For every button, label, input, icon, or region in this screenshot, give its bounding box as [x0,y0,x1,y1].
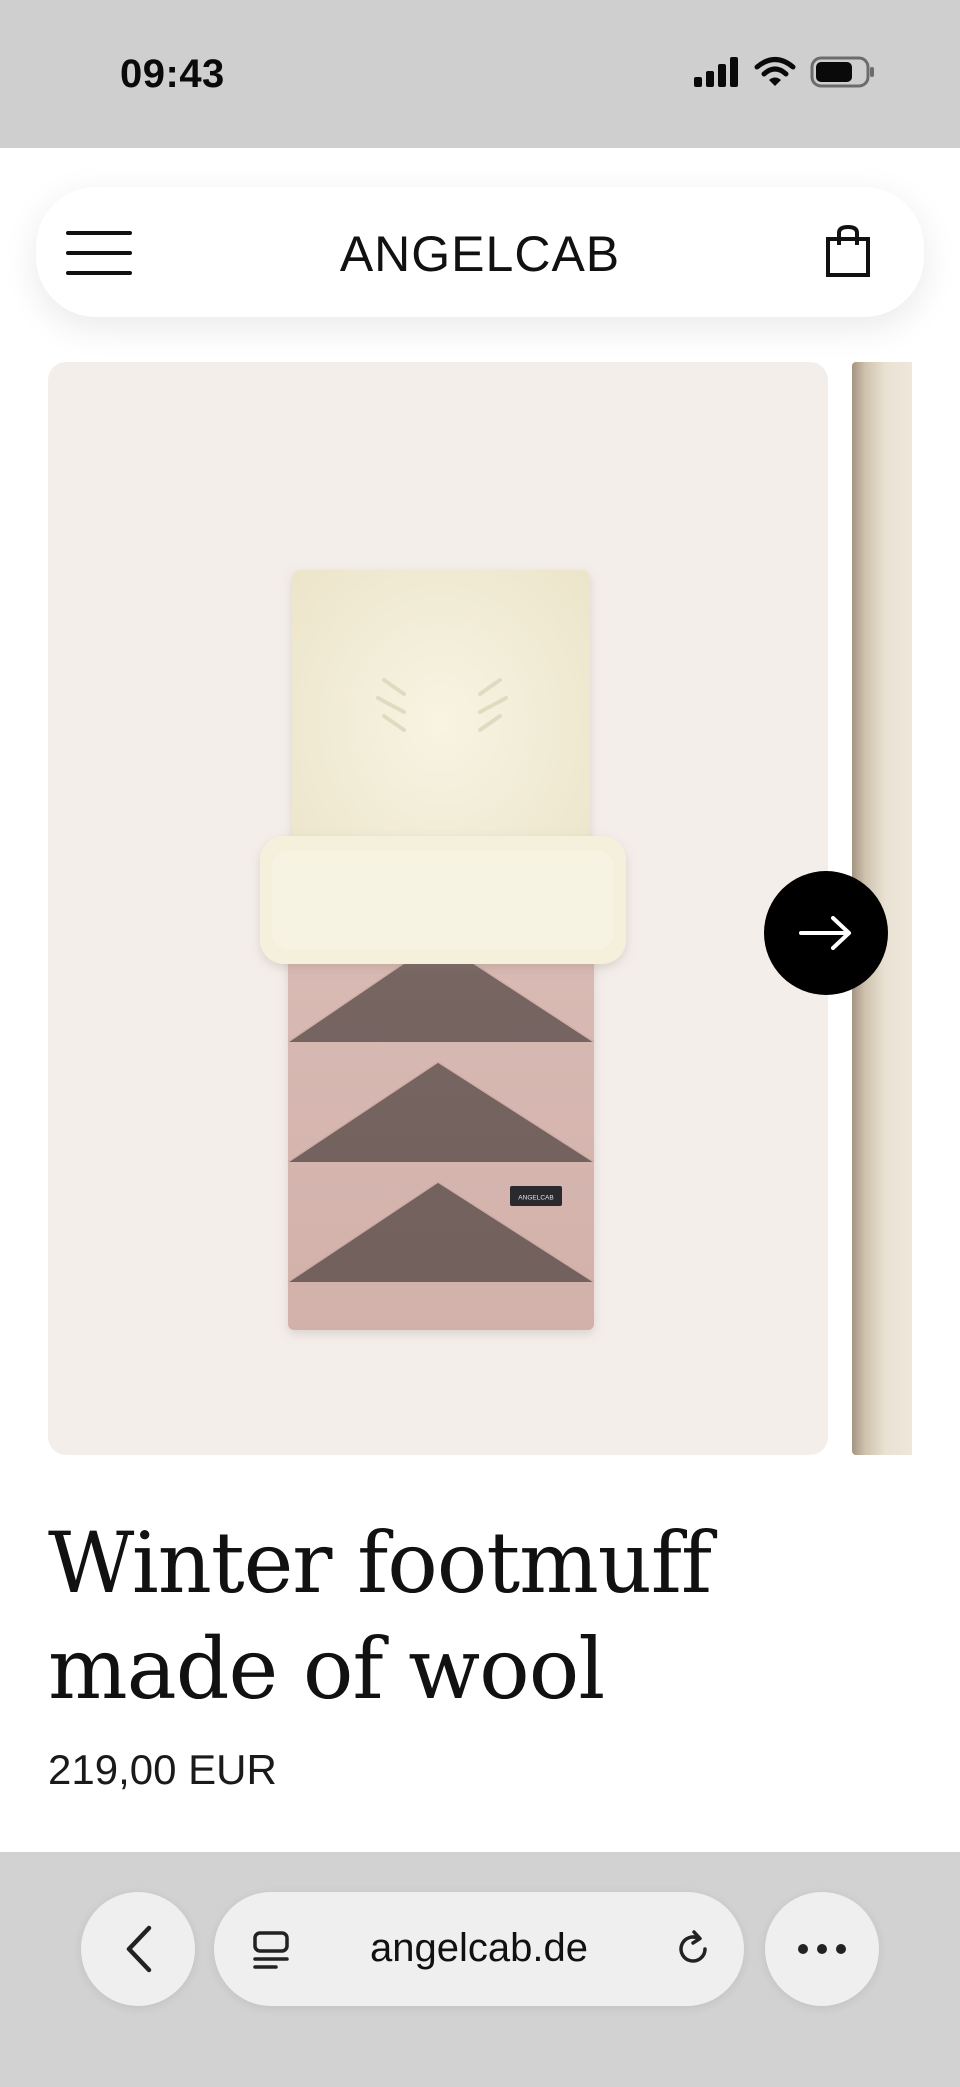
product-image-tag-text: ANGELCAB [518,1195,553,1202]
reload-icon[interactable] [672,1928,714,1970]
address-bar[interactable]: angelcab.de [214,1892,744,2006]
signal-icon [694,57,738,87]
browser-toolbar: angelcab.de [0,1852,960,2087]
status-bar: 09:43 [0,0,960,148]
more-options-button[interactable] [765,1892,879,2006]
wifi-icon [754,57,796,86]
product-image[interactable]: ANGELCAB [48,362,828,1455]
status-icons [694,56,876,88]
chevron-left-icon [126,1925,152,1973]
next-image-button[interactable] [764,871,888,995]
arrow-right-icon [799,916,851,950]
footmuff-illustration: ANGELCAB [260,570,626,1330]
battery-icon [810,56,874,88]
status-time: 09:43 [120,52,225,96]
url-text: angelcab.de [370,1926,588,1970]
site-header: ANGELCAB [36,187,924,317]
product-title: Winter footmuff made of wool [48,1514,712,1718]
back-button[interactable] [81,1892,195,2006]
shopping-bag-icon[interactable] [824,223,872,279]
more-icon [798,1944,846,1954]
product-gallery[interactable]: ANGELCAB [0,362,960,1457]
brand-logo[interactable]: ANGELCAB [36,225,924,283]
product-price: 219,00 EUR [48,1746,277,1793]
